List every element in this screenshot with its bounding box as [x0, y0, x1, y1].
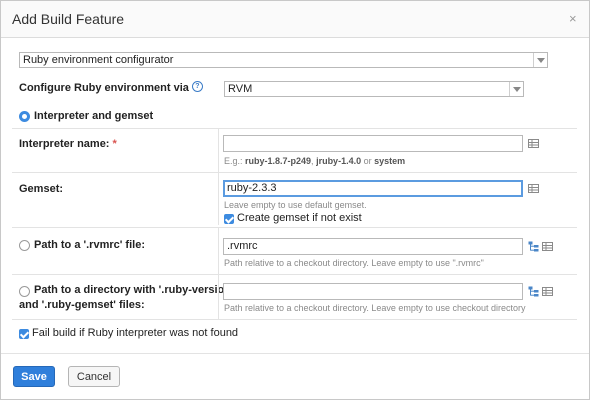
required-mark: *: [112, 138, 117, 150]
dialog-titlebar: Add Build Feature ×: [1, 1, 589, 38]
ruby-version-label-line1: Path to a directory with '.ruby-version': [34, 284, 234, 296]
cancel-button[interactable]: Cancel: [68, 366, 120, 387]
hint-prefix: E.g.:: [224, 156, 246, 166]
gemset-input[interactable]: ruby-2.3.3: [223, 180, 523, 197]
chevron-down-icon: [509, 82, 523, 96]
ruby-version-radio[interactable]: [19, 286, 30, 297]
divider: [12, 274, 577, 275]
tree-browse-icon[interactable]: [528, 241, 539, 252]
column-divider: [218, 129, 219, 225]
feature-type-value: Ruby environment configurator: [23, 54, 174, 66]
column-divider: [218, 228, 219, 319]
interpreter-name-input[interactable]: [223, 135, 523, 152]
configure-via-text: Configure Ruby environment via: [19, 82, 189, 94]
configure-via-select[interactable]: RVM: [224, 81, 524, 97]
chevron-down-icon: [533, 53, 547, 67]
gemset-hint: Leave empty to use default gemset.: [224, 200, 367, 210]
interpreter-name-label: Interpreter name: *: [19, 138, 117, 150]
divider: [12, 227, 577, 228]
configure-via-label: Configure Ruby environment via?: [19, 81, 203, 94]
rvmrc-input[interactable]: .rvmrc: [223, 238, 523, 255]
add-build-feature-dialog: Add Build Feature × Ruby environment con…: [0, 0, 590, 400]
tree-browse-icon[interactable]: [528, 286, 539, 297]
table-icon[interactable]: [528, 183, 539, 194]
ruby-version-input[interactable]: [223, 283, 523, 300]
create-gemset-label: Create gemset if not exist: [237, 212, 362, 224]
hint-separator: or: [361, 156, 375, 166]
interpreter-gemset-label: Interpreter and gemset: [34, 110, 154, 122]
table-icon[interactable]: [542, 241, 553, 252]
dialog-title: Add Build Feature: [12, 11, 125, 27]
close-icon[interactable]: ×: [569, 11, 577, 26]
rvmrc-label: Path to a '.rvmrc' file:: [34, 239, 145, 251]
save-button[interactable]: Save: [13, 366, 55, 387]
ruby-version-hint: Path relative to a checkout directory. L…: [224, 303, 526, 313]
configure-via-value: RVM: [228, 83, 253, 95]
interpreter-gemset-radio[interactable]: [19, 111, 30, 122]
hint-example: jruby-1.4.0: [316, 156, 362, 166]
help-icon[interactable]: ?: [191, 81, 203, 92]
create-gemset-checkbox[interactable]: [224, 214, 234, 224]
fail-build-label: Fail build if Ruby interpreter was not f…: [32, 327, 239, 339]
fail-build-checkbox[interactable]: [19, 329, 29, 339]
hint-example: system: [374, 156, 406, 166]
rvmrc-radio[interactable]: [19, 240, 30, 251]
feature-type-select[interactable]: Ruby environment configurator: [19, 52, 548, 68]
gemset-label: Gemset:: [19, 183, 64, 195]
rvmrc-hint: Path relative to a checkout directory. L…: [224, 258, 484, 268]
divider: [12, 172, 577, 173]
footer-divider: [1, 353, 589, 354]
hint-example: ruby-1.8.7-p249: [245, 156, 312, 166]
divider: [12, 319, 577, 320]
table-icon[interactable]: [528, 138, 539, 149]
divider: [12, 128, 577, 129]
interpreter-name-hint: E.g.: ruby-1.8.7-p249, jruby-1.4.0 or sy…: [224, 156, 405, 166]
ruby-version-label-line2: and '.ruby-gemset' files:: [19, 299, 145, 311]
table-icon[interactable]: [542, 286, 553, 297]
interpreter-name-text: Interpreter name:: [19, 138, 110, 150]
